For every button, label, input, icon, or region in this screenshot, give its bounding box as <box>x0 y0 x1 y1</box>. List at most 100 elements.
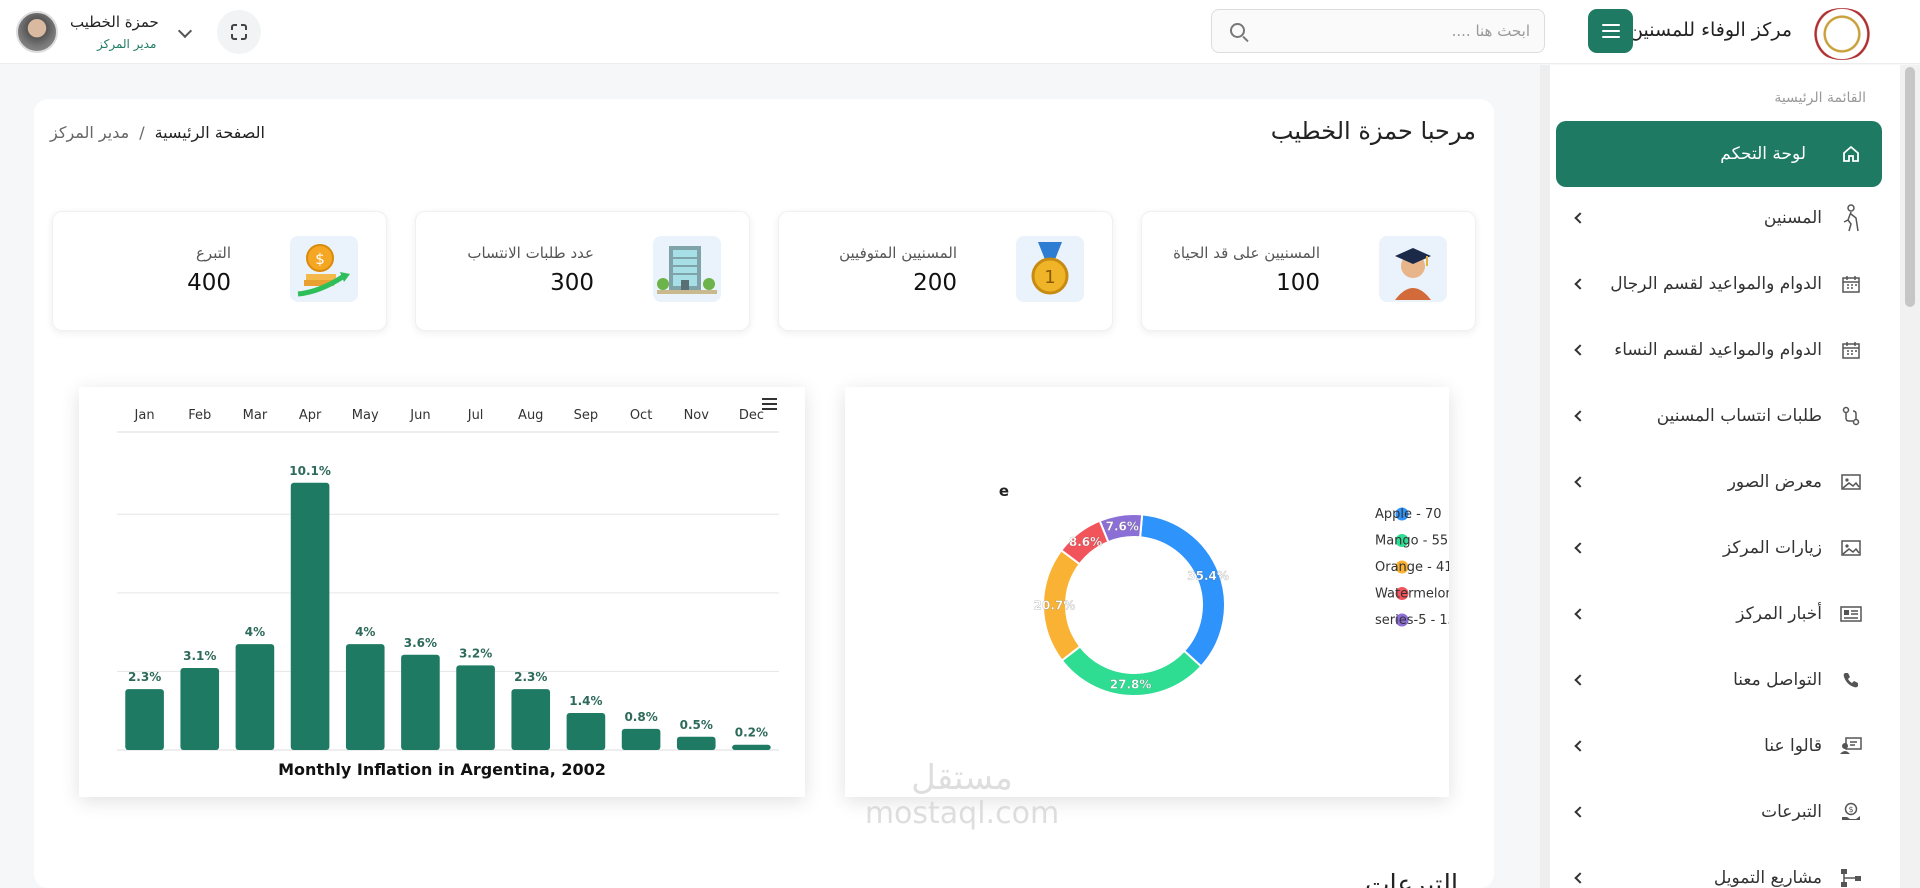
chevron-down-icon[interactable] <box>177 23 193 39</box>
search-icon[interactable] <box>1230 23 1245 38</box>
chart-menu-icon[interactable] <box>762 395 777 413</box>
calendar-icon <box>1838 271 1864 297</box>
sidebar-item-membership-requests[interactable]: طلبات انتساب المسنين <box>1556 393 1882 439</box>
sidebar-item-donations[interactable]: $ التبرعات <box>1556 789 1882 835</box>
fullscreen-icon <box>230 23 250 43</box>
sidebar-item-dashboard[interactable]: لوحة التحكم <box>1556 121 1882 187</box>
donut-chart-svg: e 35.4% 27.8% 20.7% 8.6% 7.6% Apple - 70 Mango … <box>999 482 1483 697</box>
data-label: 4% <box>245 625 265 639</box>
legend-label: series-5 - 15 <box>1375 613 1449 628</box>
sidebar-item-elderly[interactable]: المسنين <box>1556 195 1882 241</box>
svg-text:$: $ <box>1848 805 1853 814</box>
testimonial-icon <box>1838 733 1864 759</box>
bar <box>676 736 716 750</box>
data-label: 4% <box>355 625 375 639</box>
phone-icon <box>1838 667 1864 693</box>
sidebar-item-news[interactable]: أخبار المركز <box>1556 591 1882 637</box>
x-tick-label: Oct <box>630 408 652 423</box>
avatar[interactable] <box>16 11 58 53</box>
image-icon <box>1838 469 1864 495</box>
brand-name[interactable]: مركز الوفاء للمسنين <box>1629 19 1792 41</box>
sidebar-scroll-thumb[interactable] <box>1905 67 1915 307</box>
stat-label: عدد طلبات الانتساب <box>467 244 594 262</box>
search-input[interactable] <box>1270 10 1530 52</box>
chart-title: Monthly Inflation in Argentina, 2002 <box>278 760 606 779</box>
menu-toggle-button[interactable] <box>1588 9 1633 53</box>
sidebar-item-label: زيارات المركز <box>1722 538 1822 558</box>
data-label: 3.2% <box>459 646 492 660</box>
route-icon <box>1838 403 1864 429</box>
center-logo[interactable] <box>1810 8 1874 60</box>
medal-icon: 1 <box>1016 236 1084 302</box>
chevron-left-icon <box>1574 806 1586 818</box>
data-label: 2.3% <box>514 670 547 684</box>
data-label: 3.1% <box>183 649 216 663</box>
chevron-left-icon <box>1574 674 1586 686</box>
x-tick-label: Jun <box>409 408 430 423</box>
stat-label: التبرع <box>195 244 231 262</box>
data-label: 0.5% <box>680 718 713 732</box>
page-scrollbar[interactable] <box>1540 65 1550 888</box>
chevron-left-icon <box>1574 344 1586 356</box>
sidebar-item-men-schedule[interactable]: الدوام والمواعيد لقسم الرجال <box>1556 261 1882 307</box>
building-icon <box>653 236 721 302</box>
sidebar-item-funding-projects[interactable]: مشاريع التمويل <box>1556 855 1882 888</box>
chevron-left-icon <box>1574 410 1586 422</box>
sidebar-item-visits[interactable]: زيارات المركز <box>1556 525 1882 571</box>
bar <box>345 644 385 750</box>
fullscreen-button[interactable] <box>217 10 261 54</box>
breadcrumb-role: مدير المركز <box>50 123 130 142</box>
sidebar-item-gallery[interactable]: معرض الصور <box>1556 459 1882 505</box>
sidebar-item-label: التواصل معنا <box>1733 670 1822 690</box>
x-tick-label: Jan <box>134 408 155 423</box>
home-icon <box>1838 141 1864 167</box>
fruit-donut-chart: e 35.4% 27.8% 20.7% 8.6% 7.6% Apple - 70 Mango … <box>845 387 1483 797</box>
chart-title: e <box>999 482 1009 500</box>
sidebar: القائمة الرئيسية لوحة التحكم المسنين الد… <box>1547 65 1920 888</box>
sidebar-item-testimonials[interactable]: قالوا عنا <box>1556 723 1882 769</box>
user-name[interactable]: حمزة الخطيب <box>70 13 159 31</box>
stat-value: 300 <box>550 270 594 296</box>
donation-icon: $ <box>1838 799 1864 825</box>
sidebar-item-label: طلبات انتساب المسنين <box>1656 406 1822 426</box>
x-tick-label: Jul <box>467 408 484 423</box>
x-tick-label: Sep <box>574 408 599 423</box>
watermark-text: مستقل <box>911 758 1013 798</box>
data-label: 0.8% <box>624 710 657 724</box>
bar <box>621 728 661 750</box>
stat-card-alive: المسنيين على قد الحياة 100 <box>1141 211 1476 331</box>
svg-text:1: 1 <box>1044 267 1055 288</box>
sidebar-item-label: مشاريع التمويل <box>1713 868 1822 888</box>
chevron-left-icon <box>1574 542 1586 554</box>
sidebar-item-label: المسنين <box>1763 208 1822 228</box>
inflation-bar-chart: Jan 2.3% Feb 3.1% Mar 4% Apr 10.1% May 4% Jun 3.6% J… <box>79 387 805 797</box>
sidebar-item-label: أخبار المركز <box>1736 604 1822 624</box>
bar <box>180 667 220 750</box>
donut-slice <box>1139 513 1226 668</box>
x-tick-label: Feb <box>188 408 211 423</box>
data-label: 0.2% <box>735 726 768 740</box>
bar <box>456 665 495 750</box>
bar <box>401 654 440 750</box>
sidebar-item-label: الدوام والمواعيد لقسم الرجال <box>1610 274 1822 294</box>
stat-value: 200 <box>913 270 957 296</box>
breadcrumb-separator: / <box>139 123 145 142</box>
chevron-left-icon <box>1574 740 1586 752</box>
sidebar-item-contact[interactable]: التواصل معنا <box>1556 657 1882 703</box>
breadcrumb-home[interactable]: الصفحة الرئيسية <box>155 123 265 142</box>
page-title: مرحبا حمزة الخطيب <box>1270 117 1476 145</box>
svg-text:$: $ <box>315 250 325 268</box>
graduate-icon <box>1379 236 1447 302</box>
chevron-left-icon <box>1574 476 1586 488</box>
image-icon <box>1838 535 1864 561</box>
calendar-icon <box>1838 337 1864 363</box>
breadcrumb: الصفحة الرئيسية / مدير المركز <box>50 123 265 142</box>
search-box[interactable] <box>1211 9 1545 53</box>
user-role: مدير المركز <box>97 37 157 51</box>
sidebar-scrollbar[interactable] <box>1900 65 1920 888</box>
bar <box>125 689 164 750</box>
bar-chart-svg: Jan 2.3% Feb 3.1% Mar 4% Apr 10.1% May 4% Jun 3.6% J… <box>117 408 779 779</box>
sidebar-item-women-schedule[interactable]: الدوام والمواعيد لقسم النساء <box>1556 327 1882 373</box>
legend-label: Mango - 55 <box>1375 534 1448 549</box>
slice-label: 8.6% <box>1069 535 1102 549</box>
